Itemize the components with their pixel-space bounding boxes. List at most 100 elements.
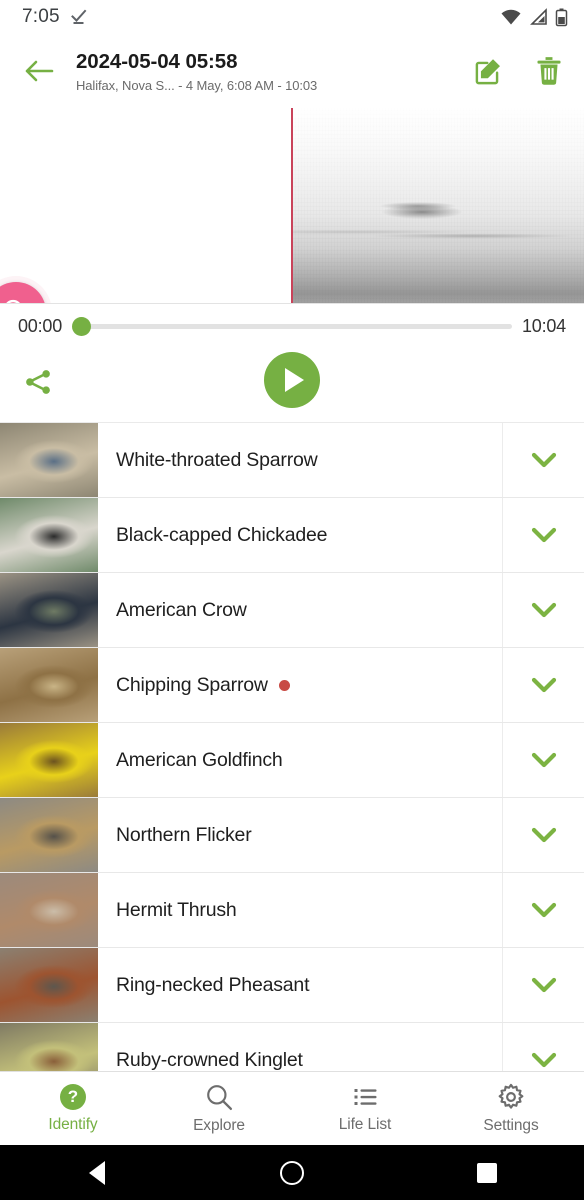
nav-item-explore[interactable]: Explore: [146, 1083, 292, 1135]
bird-thumbnail: [0, 948, 98, 1022]
bird-name-label: White-throated Sparrow: [116, 448, 318, 471]
bird-name-cell: Ring-necked Pheasant: [98, 948, 502, 1022]
bird-name-cell: Chipping Sparrow: [98, 648, 502, 722]
seek-thumb[interactable]: [72, 316, 92, 336]
bird-name-cell: American Crow: [98, 573, 502, 647]
bird-thumbnail: [0, 798, 98, 872]
cell-signal-icon: [530, 8, 547, 25]
bird-name-label: American Goldfinch: [116, 748, 283, 771]
bird-name-cell: White-throated Sparrow: [98, 423, 502, 497]
bird-name-cell: Hermit Thrush: [98, 873, 502, 947]
expand-row-button[interactable]: [502, 498, 584, 572]
spectrogram-panel[interactable]: [0, 108, 584, 304]
share-icon: [26, 370, 50, 394]
bird-list-item[interactable]: Hermit Thrush: [0, 873, 584, 948]
edit-pencil-icon: [475, 59, 500, 85]
spectrogram-blank-area: [0, 108, 291, 303]
gear-icon: [498, 1083, 524, 1109]
expand-row-button[interactable]: [502, 798, 584, 872]
expand-row-button[interactable]: [502, 873, 584, 947]
app-header: 2024-05-04 05:58 Halifax, Nova S... - 4 …: [0, 34, 584, 108]
delete-button[interactable]: [532, 54, 566, 88]
android-recents-button[interactable]: [389, 1162, 584, 1183]
bird-thumbnail: [0, 423, 98, 497]
bird-list-item[interactable]: Black-capped Chickadee: [0, 498, 584, 573]
zoom-in-icon: [6, 299, 21, 303]
bird-list-item[interactable]: White-throated Sparrow: [0, 423, 584, 498]
status-bar-right: [500, 8, 568, 27]
header-actions: [472, 54, 566, 88]
page-subtitle: Halifax, Nova S... - 4 May, 6:08 AM - 10…: [76, 77, 318, 93]
expand-row-button[interactable]: [502, 423, 584, 497]
edit-button[interactable]: [472, 54, 506, 88]
bird-name-label: Hermit Thrush: [116, 898, 237, 921]
page-title: 2024-05-04 05:58: [76, 49, 238, 73]
bird-thumbnail: [0, 573, 98, 647]
back-button[interactable]: [14, 46, 64, 96]
play-icon: [285, 368, 304, 392]
bird-list-item[interactable]: Northern Flicker: [0, 798, 584, 873]
android-navigation-bar: [0, 1145, 584, 1200]
expand-row-button[interactable]: [502, 948, 584, 1022]
android-home-button[interactable]: [195, 1160, 390, 1185]
chevron-down-icon: [531, 902, 556, 918]
bird-list-item[interactable]: Ring-necked Pheasant: [0, 948, 584, 1023]
bird-thumbnail: [0, 498, 98, 572]
total-time-label: 10:04: [521, 315, 566, 336]
list-icon: [354, 1088, 376, 1105]
recents-square-icon: [476, 1162, 497, 1183]
bird-name-label: Ruby-crowned Kinglet: [116, 1048, 303, 1071]
chevron-down-icon: [531, 602, 556, 618]
bird-list-item[interactable]: Chipping Sparrow: [0, 648, 584, 723]
nav-item-settings[interactable]: Settings: [438, 1083, 584, 1135]
back-triangle-icon: [89, 1160, 106, 1185]
chevron-down-icon: [531, 677, 556, 693]
bird-name-label: American Crow: [116, 598, 247, 621]
wifi-icon: [501, 9, 521, 25]
nav-item-label: Life List: [338, 1115, 392, 1133]
play-button[interactable]: [264, 352, 320, 408]
question-mark-circle-icon: ?: [60, 1083, 86, 1110]
share-button[interactable]: [16, 360, 60, 404]
battery-icon: [555, 8, 568, 26]
new-species-dot: [278, 679, 290, 691]
bird-name-label: Ring-necked Pheasant: [116, 973, 310, 996]
spectrogram-playhead: [291, 108, 293, 303]
audio-player: 00:00 10:04: [0, 304, 584, 422]
bird-name-label: Chipping Sparrow: [116, 673, 268, 696]
chevron-down-icon: [531, 752, 556, 768]
status-bar-left: 7:05: [22, 6, 89, 28]
chevron-down-icon: [531, 827, 556, 843]
search-icon: [207, 1084, 233, 1110]
app-root: 7:05 2024-05-04 05:58 Halifax, Nova S...…: [0, 0, 584, 1200]
chevron-down-icon: [531, 977, 556, 993]
bird-thumbnail: [0, 648, 98, 722]
nav-item-label: Identify: [48, 1115, 98, 1133]
bird-name-cell: American Goldfinch: [98, 723, 502, 797]
nav-item-identify[interactable]: ? Identify: [0, 1083, 146, 1134]
expand-row-button[interactable]: [502, 723, 584, 797]
bird-name-cell: Northern Flicker: [98, 798, 502, 872]
nav-item-label: Explore: [193, 1116, 245, 1134]
status-bar: 7:05: [0, 0, 584, 34]
seek-slider[interactable]: [72, 314, 512, 338]
bird-list-item[interactable]: American Crow: [0, 573, 584, 648]
bottom-navigation: ? Identify Explore Life List Settings: [0, 1071, 584, 1145]
status-bar-clock: 7:05: [22, 6, 60, 27]
bird-name-label: Black-capped Chickadee: [116, 523, 328, 546]
current-time-label: 00:00: [18, 315, 63, 336]
arrow-left-icon: [25, 60, 54, 82]
bird-thumbnail: [0, 873, 98, 947]
android-back-button[interactable]: [0, 1160, 195, 1185]
expand-row-button[interactable]: [502, 573, 584, 647]
expand-row-button[interactable]: [502, 648, 584, 722]
nav-item-life-list[interactable]: Life List: [292, 1084, 438, 1134]
seek-row: 00:00 10:04: [0, 304, 584, 348]
nav-item-label: Settings: [483, 1116, 539, 1134]
player-controls: [0, 348, 584, 414]
header-titles: 2024-05-04 05:58 Halifax, Nova S... - 4 …: [76, 50, 472, 93]
trash-icon: [537, 57, 561, 85]
bird-results-list: White-throated Sparrow Black-capped Chick…: [0, 422, 584, 1098]
seek-track: [80, 323, 512, 329]
bird-list-item[interactable]: American Goldfinch: [0, 723, 584, 798]
